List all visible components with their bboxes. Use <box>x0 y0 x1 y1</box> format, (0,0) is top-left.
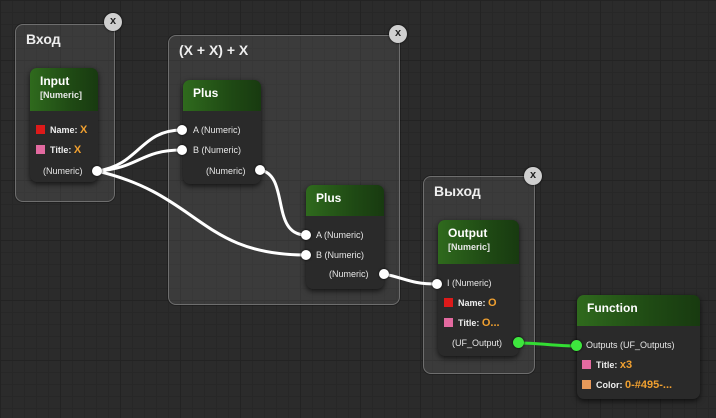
node-input-subtitle: [Numeric] <box>40 90 83 100</box>
input-out-label: (Numeric) <box>43 166 83 176</box>
node-function-title: Function <box>587 301 638 315</box>
node-plus-1[interactable]: Plus A (Numeric) B (Numeric) (Numeric) <box>183 80 261 184</box>
plus2-input-a-port[interactable] <box>301 230 311 240</box>
group-expression-close-button[interactable]: x <box>389 25 407 43</box>
plus1-out-label: (Numeric) <box>206 166 246 176</box>
orange-swatch-icon <box>582 380 591 389</box>
input-title-value: X <box>73 144 82 156</box>
node-function[interactable]: Function Outputs (UF_Outputs) Title: x3 … <box>577 295 700 399</box>
node-output-subtitle: [Numeric] <box>448 242 491 252</box>
output-title-value: O... <box>481 317 500 329</box>
function-title-row[interactable]: Title: x3 <box>582 359 632 371</box>
plus2-in-a-label: A (Numeric) <box>316 230 364 240</box>
red-swatch-icon <box>36 125 45 134</box>
group-input-title: Вход <box>26 31 61 47</box>
node-plus-1-title: Plus <box>193 86 219 100</box>
plus2-out-label: (Numeric) <box>329 269 369 279</box>
output-in-i-label: I (Numeric) <box>447 278 492 288</box>
function-title-value: x3 <box>619 359 633 371</box>
function-color-row[interactable]: Color: 0-#495-... <box>582 379 672 391</box>
node-plus-2[interactable]: Plus A (Numeric) B (Numeric) (Numeric) <box>306 185 384 289</box>
function-input-outputs-port[interactable] <box>571 340 582 351</box>
node-output[interactable]: Output [Numeric] I (Numeric) Name: O Tit… <box>438 220 519 356</box>
pink-swatch-icon <box>444 318 453 327</box>
function-color-value: 0-#495-... <box>625 379 673 391</box>
plus2-input-b-port[interactable] <box>301 250 311 260</box>
input-title-row[interactable]: Title: X <box>36 144 81 156</box>
red-swatch-icon <box>444 298 453 307</box>
input-name-value: X <box>80 124 88 136</box>
group-output-close-button[interactable]: x <box>524 167 542 185</box>
pink-swatch-icon <box>36 145 45 154</box>
output-name-value: O <box>488 297 497 309</box>
output-title-row[interactable]: Title: O... <box>444 317 500 329</box>
node-input-title: Input <box>40 74 70 88</box>
input-output-port[interactable] <box>92 166 102 176</box>
group-output-title: Выход <box>434 183 481 199</box>
node-plus-2-title: Plus <box>316 191 342 205</box>
node-output-title: Output <box>448 226 488 240</box>
output-out-label: (UF_Output) <box>452 338 503 348</box>
node-input[interactable]: Input [Numeric] Name: X Title: X (Numeri… <box>30 68 98 182</box>
group-input-close-button[interactable]: x <box>104 13 122 31</box>
plus2-in-b-label: B (Numeric) <box>316 250 365 260</box>
plus1-in-a-label: A (Numeric) <box>193 125 241 135</box>
output-uf-output-port[interactable] <box>513 337 524 348</box>
output-input-i-port[interactable] <box>432 279 442 289</box>
plus1-input-b-port[interactable] <box>177 145 187 155</box>
input-name-row[interactable]: Name: X <box>36 124 87 136</box>
group-expression-title: (X + X) + X <box>179 42 249 58</box>
plus1-in-b-label: B (Numeric) <box>193 145 242 155</box>
plus1-input-a-port[interactable] <box>177 125 187 135</box>
plus1-output-port[interactable] <box>255 165 265 175</box>
plus2-output-port[interactable] <box>379 269 389 279</box>
pink-swatch-icon <box>582 360 591 369</box>
function-in-outputs-label: Outputs (UF_Outputs) <box>586 340 675 350</box>
output-name-row[interactable]: Name: O <box>444 297 497 309</box>
